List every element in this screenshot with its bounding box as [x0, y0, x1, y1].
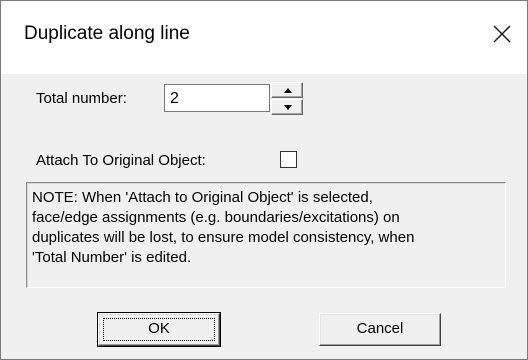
cancel-button-label: Cancel — [356, 320, 404, 337]
cancel-button[interactable]: Cancel — [319, 313, 441, 346]
note-line: 'Total Number' is edited. — [32, 249, 192, 266]
total-number-label: Total number: — [36, 90, 127, 107]
spin-up-button[interactable] — [271, 82, 303, 98]
attach-to-original-label: Attach To Original Object: — [36, 152, 206, 169]
title-bar: Duplicate along line — [1, 1, 527, 73]
spin-down-button[interactable] — [271, 99, 303, 115]
ok-button[interactable]: OK — [97, 312, 221, 347]
total-number-spinner — [271, 82, 303, 115]
note-line: NOTE: When 'Attach to Original Object' i… — [32, 189, 373, 206]
window-title: Duplicate along line — [24, 23, 190, 44]
triangle-down-icon — [284, 105, 292, 110]
attach-to-original-checkbox[interactable] — [280, 151, 297, 168]
note-line: face/edge assignments (e.g. boundaries/e… — [32, 209, 400, 226]
close-icon — [493, 25, 511, 43]
ok-button-label: OK — [148, 320, 170, 337]
triangle-up-icon — [284, 88, 292, 93]
close-button[interactable] — [489, 21, 515, 47]
note-text-box: NOTE: When 'Attach to Original Object' i… — [26, 182, 506, 288]
total-number-input[interactable] — [164, 84, 270, 112]
duplicate-along-line-dialog: Duplicate along line Total number: Attac… — [0, 0, 528, 360]
dialog-body: Total number: Attach To Original Object:… — [1, 74, 527, 359]
note-line: duplicates will be lost, to ensure model… — [32, 229, 415, 246]
